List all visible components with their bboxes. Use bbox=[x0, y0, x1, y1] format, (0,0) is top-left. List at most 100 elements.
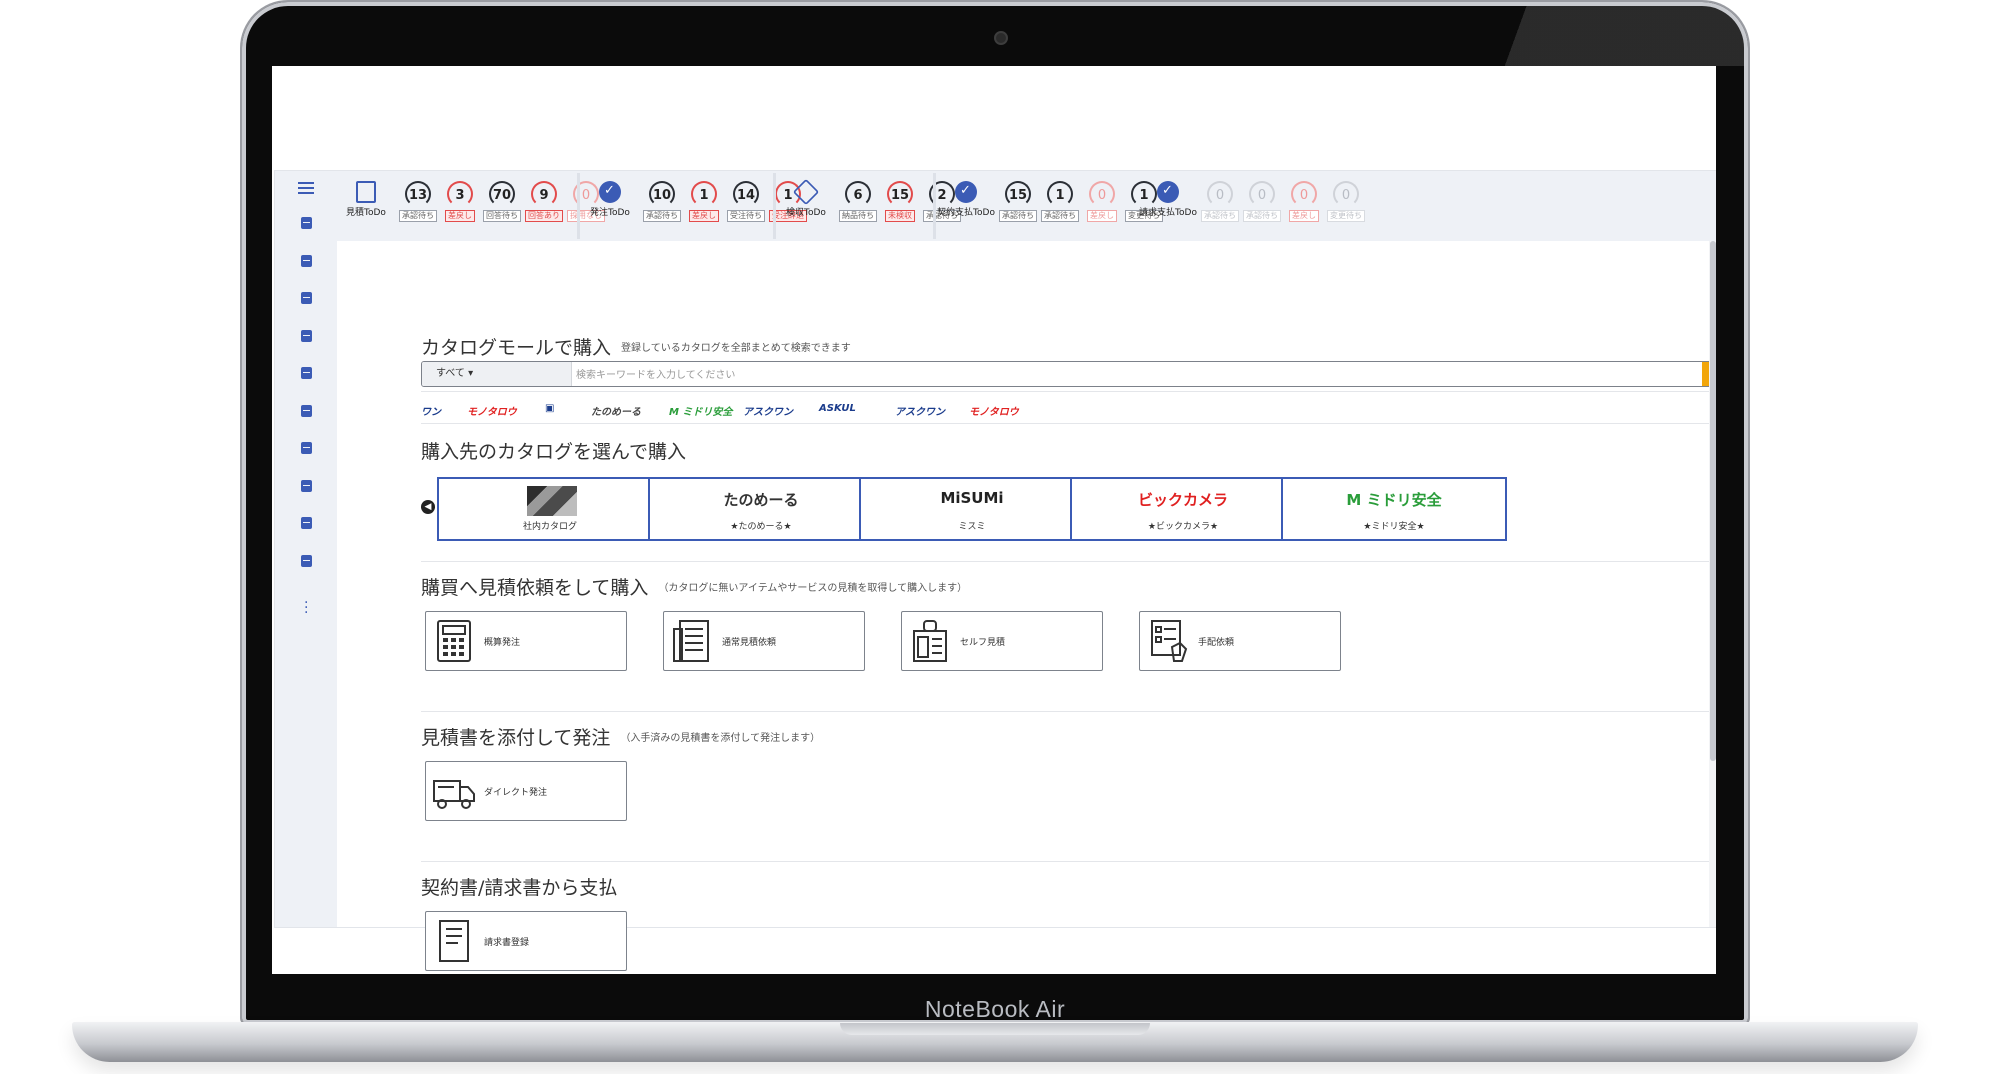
todo-gauge[interactable]: 14 受注待ち bbox=[725, 175, 767, 222]
todo-gauge[interactable]: 3 差戻し bbox=[439, 175, 481, 222]
search-input[interactable] bbox=[574, 362, 1698, 386]
supplier-logo: MiSUMi bbox=[940, 489, 1004, 507]
catalog-logo-link[interactable]: ▣ bbox=[545, 403, 554, 414]
action-button[interactable]: 手配依頼 bbox=[1139, 611, 1341, 671]
todo-gauge[interactable]: 0 承認待ち bbox=[1241, 175, 1283, 222]
todo-group: 契約支払ToDo15承認待ち1承認待ち0差戻し1変更待ち bbox=[937, 175, 1165, 237]
gauge-status-tag: 差戻し bbox=[445, 210, 475, 222]
more-vertical-icon[interactable]: · · · bbox=[304, 596, 308, 620]
todo-separator bbox=[773, 173, 776, 239]
main-content: カタログモールで購入 登録しているカタログを全部まとめて検索できます すべて ▾ … bbox=[337, 241, 1716, 971]
gauge-status-tag: 変更待ち bbox=[1327, 210, 1365, 222]
todo-gauge[interactable]: 1 承認待ち bbox=[1039, 175, 1081, 222]
sidebar-nav-icon[interactable] bbox=[301, 554, 312, 567]
action-button[interactable]: 概算発注 bbox=[425, 611, 627, 671]
todo-gauge[interactable]: 0 差戻し bbox=[1081, 175, 1123, 222]
action-button-label: セルフ見積 bbox=[960, 638, 1006, 648]
supplier-catalog-card[interactable]: M ミドリ安全 ★ミドリ安全★ bbox=[1281, 477, 1507, 541]
gauge-dial-icon: 0 bbox=[1333, 181, 1359, 207]
delivery-truck-icon bbox=[432, 767, 476, 815]
supplier-logo: M ミドリ安全 bbox=[1346, 491, 1442, 509]
gauge-dial-icon: 0 bbox=[1207, 181, 1233, 207]
edit-doc-icon bbox=[356, 181, 376, 203]
quote-request-note: （カタログに無いアイテムやサービスの見積を取得して購入します） bbox=[658, 583, 968, 594]
todo-gauge[interactable]: 0 差戻し bbox=[1283, 175, 1325, 222]
todo-gauge[interactable]: 10 承認待ち bbox=[641, 175, 683, 222]
scrollbar-thumb[interactable] bbox=[1710, 241, 1716, 761]
catalog-logo-link[interactable]: たのめーる bbox=[591, 403, 641, 418]
gauge-dial-icon: 0 bbox=[1089, 181, 1115, 207]
gauge-dial-icon: 10 bbox=[649, 181, 675, 207]
gauge-dial-icon: 1 bbox=[691, 181, 717, 207]
hamburger-menu-icon[interactable] bbox=[298, 179, 314, 197]
supplier-catalog-card[interactable]: たのめーる ★たのめーる★ bbox=[648, 477, 874, 541]
catalog-logo-link[interactable]: アスクワン bbox=[743, 403, 793, 418]
todo-separator bbox=[933, 173, 936, 239]
sidebar-nav-icon[interactable] bbox=[301, 292, 312, 304]
gauge-dial-icon: 9 bbox=[531, 181, 557, 207]
catalog-search-bar: すべて ▾ bbox=[421, 361, 1716, 387]
gauge-count: 0 bbox=[1299, 188, 1309, 203]
todo-main-label: 検収ToDo bbox=[786, 208, 826, 218]
gauge-count: 0 bbox=[1215, 188, 1225, 203]
gauge-status-tag: 回答待ち bbox=[483, 210, 521, 222]
todo-main-button[interactable]: 契約支払ToDo bbox=[937, 175, 995, 219]
gauge-dial-icon: 3 bbox=[447, 181, 473, 207]
todo-main-button[interactable]: 請求支払ToDo bbox=[1139, 175, 1197, 219]
todo-main-button[interactable]: 発注ToDo bbox=[585, 175, 635, 219]
gauge-count: 0 bbox=[1341, 188, 1351, 203]
supplier-catalog-card[interactable]: 社内カタログ bbox=[437, 477, 663, 541]
todo-main-button[interactable]: 検収ToDo bbox=[781, 175, 831, 219]
sidebar-nav-icon[interactable] bbox=[301, 479, 312, 492]
todo-gauge[interactable]: 0 変更待ち bbox=[1325, 175, 1367, 222]
sidebar-nav-icon[interactable] bbox=[301, 404, 312, 417]
supplier-catalog-title: 購入先のカタログを選んで購入 bbox=[421, 441, 687, 463]
page-scrollbar[interactable] bbox=[1709, 241, 1716, 927]
gauge-count: 0 bbox=[1097, 188, 1107, 203]
sidebar-nav-icon[interactable] bbox=[301, 329, 312, 342]
gauge-dial-icon: 70 bbox=[489, 181, 515, 207]
action-button[interactable]: 通常見積依頼 bbox=[663, 611, 865, 671]
search-category-select[interactable]: すべて ▾ bbox=[422, 362, 572, 386]
supplier-catalog-card[interactable]: ビックカメラ ★ビックカメラ★ bbox=[1070, 477, 1296, 541]
gauge-dial-icon: 1 bbox=[1047, 181, 1073, 207]
catalog-logo-link[interactable]: モノタロウ bbox=[969, 403, 1019, 418]
catalog-logo-link[interactable]: ASKUL bbox=[819, 403, 856, 414]
todo-gauge[interactable]: 0 承認待ち bbox=[1199, 175, 1241, 222]
quote-request-title: 購買へ見積依頼をして購入 （カタログに無いアイテムやサービスの見積を取得して購入し… bbox=[421, 577, 968, 599]
todo-gauge[interactable]: 70 回答待ち bbox=[481, 175, 523, 222]
catalog-logo-link[interactable]: モノタロウ bbox=[467, 403, 517, 418]
todo-gauge[interactable]: 6 納品待ち bbox=[837, 175, 879, 222]
sidebar-nav-icon[interactable] bbox=[301, 254, 312, 267]
catalog-logo-link[interactable]: M ミドリ安全 bbox=[669, 403, 732, 418]
gauge-count: 0 bbox=[1257, 188, 1267, 203]
todo-gauge[interactable]: 15 承認待ち bbox=[997, 175, 1039, 222]
sidebar-nav-icon[interactable] bbox=[301, 217, 312, 229]
supplier-logo: ビックカメラ bbox=[1137, 491, 1228, 509]
sidebar-nav-icon[interactable] bbox=[301, 517, 312, 529]
sidebar-nav-icon[interactable] bbox=[301, 367, 312, 379]
gauge-status-tag: 承認待ち bbox=[399, 210, 437, 222]
laptop-screen: ··· 見積ToDo13承認待ち3差戻し70回答待ち9回答あり0採用なし発注To… bbox=[272, 66, 1716, 974]
gauge-dial-icon: 14 bbox=[733, 181, 759, 207]
todo-gauge[interactable]: 9 回答あり bbox=[523, 175, 565, 222]
invoice-icon bbox=[1157, 181, 1179, 203]
todo-gauge[interactable]: 15 未検収 bbox=[879, 175, 921, 222]
gauge-dial-icon: 6 bbox=[845, 181, 871, 207]
supplier-catalog-card[interactable]: MiSUMi ミスミ bbox=[859, 477, 1085, 541]
device-brand-label: NoteBook Air bbox=[924, 996, 1066, 1022]
catalog-logo-link[interactable]: ワン bbox=[421, 403, 441, 418]
calculator-icon bbox=[432, 617, 476, 665]
sidebar-nav-icon[interactable] bbox=[301, 442, 312, 454]
action-button[interactable]: セルフ見積 bbox=[901, 611, 1103, 671]
todo-gauge[interactable]: 13 承認待ち bbox=[397, 175, 439, 222]
todo-main-button[interactable]: 見積ToDo bbox=[341, 175, 391, 219]
todo-gauge[interactable]: 1 差戻し bbox=[683, 175, 725, 222]
catalog-logo-link[interactable]: アスクワン bbox=[895, 403, 945, 418]
carousel-prev-arrow[interactable]: ◀ bbox=[421, 500, 435, 514]
action-button[interactable]: ダイレクト発注 bbox=[425, 761, 627, 821]
todo-bar: 見積ToDo13承認待ち3差戻し70回答待ち9回答あり0採用なし発注ToDo10… bbox=[337, 171, 1716, 241]
todo-group: 請求支払ToDo 0 承認待ち 0 承認待ち 0 差戻し 0 変更待ち bbox=[1139, 175, 1367, 237]
action-button[interactable]: 請求書登録 bbox=[425, 911, 627, 971]
gauge-status-tag: 承認待ち bbox=[1201, 210, 1239, 222]
